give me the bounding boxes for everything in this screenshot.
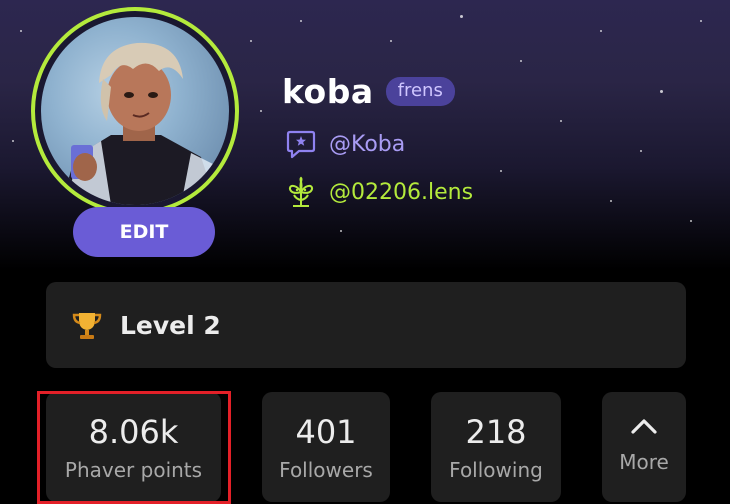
avatar	[41, 17, 229, 205]
stat-followers[interactable]: 401 Followers	[262, 392, 390, 502]
edit-profile-button[interactable]: EDIT	[73, 207, 215, 257]
stat-value: 218	[465, 413, 527, 451]
stat-phaver-points[interactable]: 8.06k Phaver points	[46, 392, 221, 502]
phaver-handle: @Koba	[329, 131, 406, 157]
profile-name-row: koba frens	[282, 72, 455, 111]
lens-handle: @02206.lens	[329, 179, 474, 205]
stat-following[interactable]: 218 Following	[431, 392, 561, 502]
avatar-illustration	[61, 42, 229, 205]
stat-value: 401	[295, 413, 357, 451]
stat-label: Following	[449, 458, 543, 482]
stat-value: 8.06k	[88, 413, 179, 451]
stat-label: Followers	[279, 458, 373, 482]
chevron-up-icon	[631, 419, 657, 434]
avatar-ring[interactable]	[31, 7, 239, 215]
frens-badge[interactable]: frens	[385, 77, 455, 106]
profile-name: koba	[282, 72, 374, 111]
more-label: More	[619, 450, 669, 474]
trophy-icon	[72, 313, 102, 339]
phaver-chat-icon	[286, 130, 316, 159]
level-label: Level 2	[120, 310, 221, 340]
phaver-handle-row[interactable]: @Koba	[285, 128, 405, 160]
stat-label: Phaver points	[64, 458, 203, 482]
level-card[interactable]: Level 2	[46, 282, 686, 368]
more-button[interactable]: More	[602, 392, 686, 502]
lens-handle-row[interactable]: @02206.lens	[285, 176, 473, 208]
lens-plant-icon	[289, 176, 313, 207]
